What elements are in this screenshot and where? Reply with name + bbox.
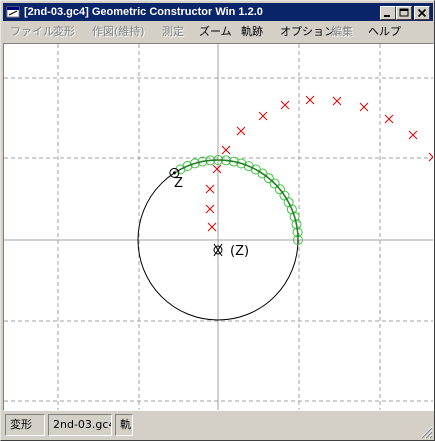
drawing-canvas[interactable]: Z (Z) bbox=[3, 43, 434, 411]
menu-measure[interactable]: 測定 bbox=[162, 25, 184, 39]
grid bbox=[4, 44, 433, 410]
point-label-origin: (Z) bbox=[230, 244, 249, 259]
minimize-button[interactable] bbox=[380, 6, 396, 20]
locus-cross-mark bbox=[236, 126, 246, 136]
locus-cross-mark bbox=[305, 95, 315, 105]
point-z-dot bbox=[172, 171, 176, 175]
maximize-button[interactable] bbox=[396, 6, 412, 20]
app-icon[interactable] bbox=[6, 5, 20, 19]
locus-cross-mark bbox=[212, 164, 222, 174]
menu-transform[interactable]: 変形 bbox=[53, 25, 75, 39]
locus-cross-mark bbox=[207, 222, 217, 232]
geometry-view[interactable]: Z (Z) bbox=[4, 44, 433, 410]
locus-cross-mark bbox=[205, 204, 215, 214]
maximize-icon bbox=[399, 8, 409, 17]
point-label-z: Z bbox=[174, 176, 183, 191]
status-mode: 変形 bbox=[5, 414, 45, 436]
minimize-icon bbox=[384, 15, 390, 17]
close-button[interactable] bbox=[414, 6, 430, 20]
menu-file[interactable]: ファイル bbox=[10, 25, 54, 39]
locus-cross-mark bbox=[428, 152, 433, 162]
locus-cross-mark bbox=[221, 145, 231, 155]
traced-arc bbox=[180, 159, 299, 241]
title-bar[interactable]: [2nd-03.gc4] Geometric Constructor Win 1… bbox=[3, 3, 433, 21]
menu-zoom[interactable]: ズーム bbox=[199, 25, 232, 39]
status-extra: 軌 bbox=[115, 414, 133, 436]
locus-cross-mark bbox=[332, 96, 342, 106]
app-window: [2nd-03.gc4] Geometric Constructor Win 1… bbox=[0, 0, 435, 441]
menu-edit[interactable]: 編集 bbox=[331, 25, 353, 39]
menu-help[interactable]: ヘルプ bbox=[368, 25, 401, 39]
locus-cross-mark bbox=[280, 100, 290, 110]
resize-grip-icon[interactable] bbox=[419, 425, 433, 439]
menu-locus[interactable]: 軌跡 bbox=[241, 25, 263, 39]
status-file: 2nd-03.gc4 bbox=[48, 414, 112, 436]
menu-bar: ファイル 変形 作図(維持) 測定 ズーム 軌跡 オプション 編集 ヘルプ bbox=[3, 22, 433, 42]
green-locus-marks bbox=[175, 155, 303, 245]
locus-cross-mark bbox=[359, 102, 369, 112]
window-title: [2nd-03.gc4] Geometric Constructor Win 1… bbox=[24, 6, 263, 18]
locus-cross-mark bbox=[408, 130, 418, 140]
menu-options[interactable]: オプション bbox=[280, 25, 335, 39]
locus-cross-mark bbox=[384, 114, 394, 124]
status-bar: 変形 2nd-03.gc4 軌 bbox=[3, 412, 434, 440]
menu-construct[interactable]: 作図(維持) bbox=[92, 25, 145, 39]
locus-cross-mark bbox=[205, 184, 215, 194]
close-icon bbox=[417, 8, 427, 18]
locus-cross-mark bbox=[258, 111, 268, 121]
